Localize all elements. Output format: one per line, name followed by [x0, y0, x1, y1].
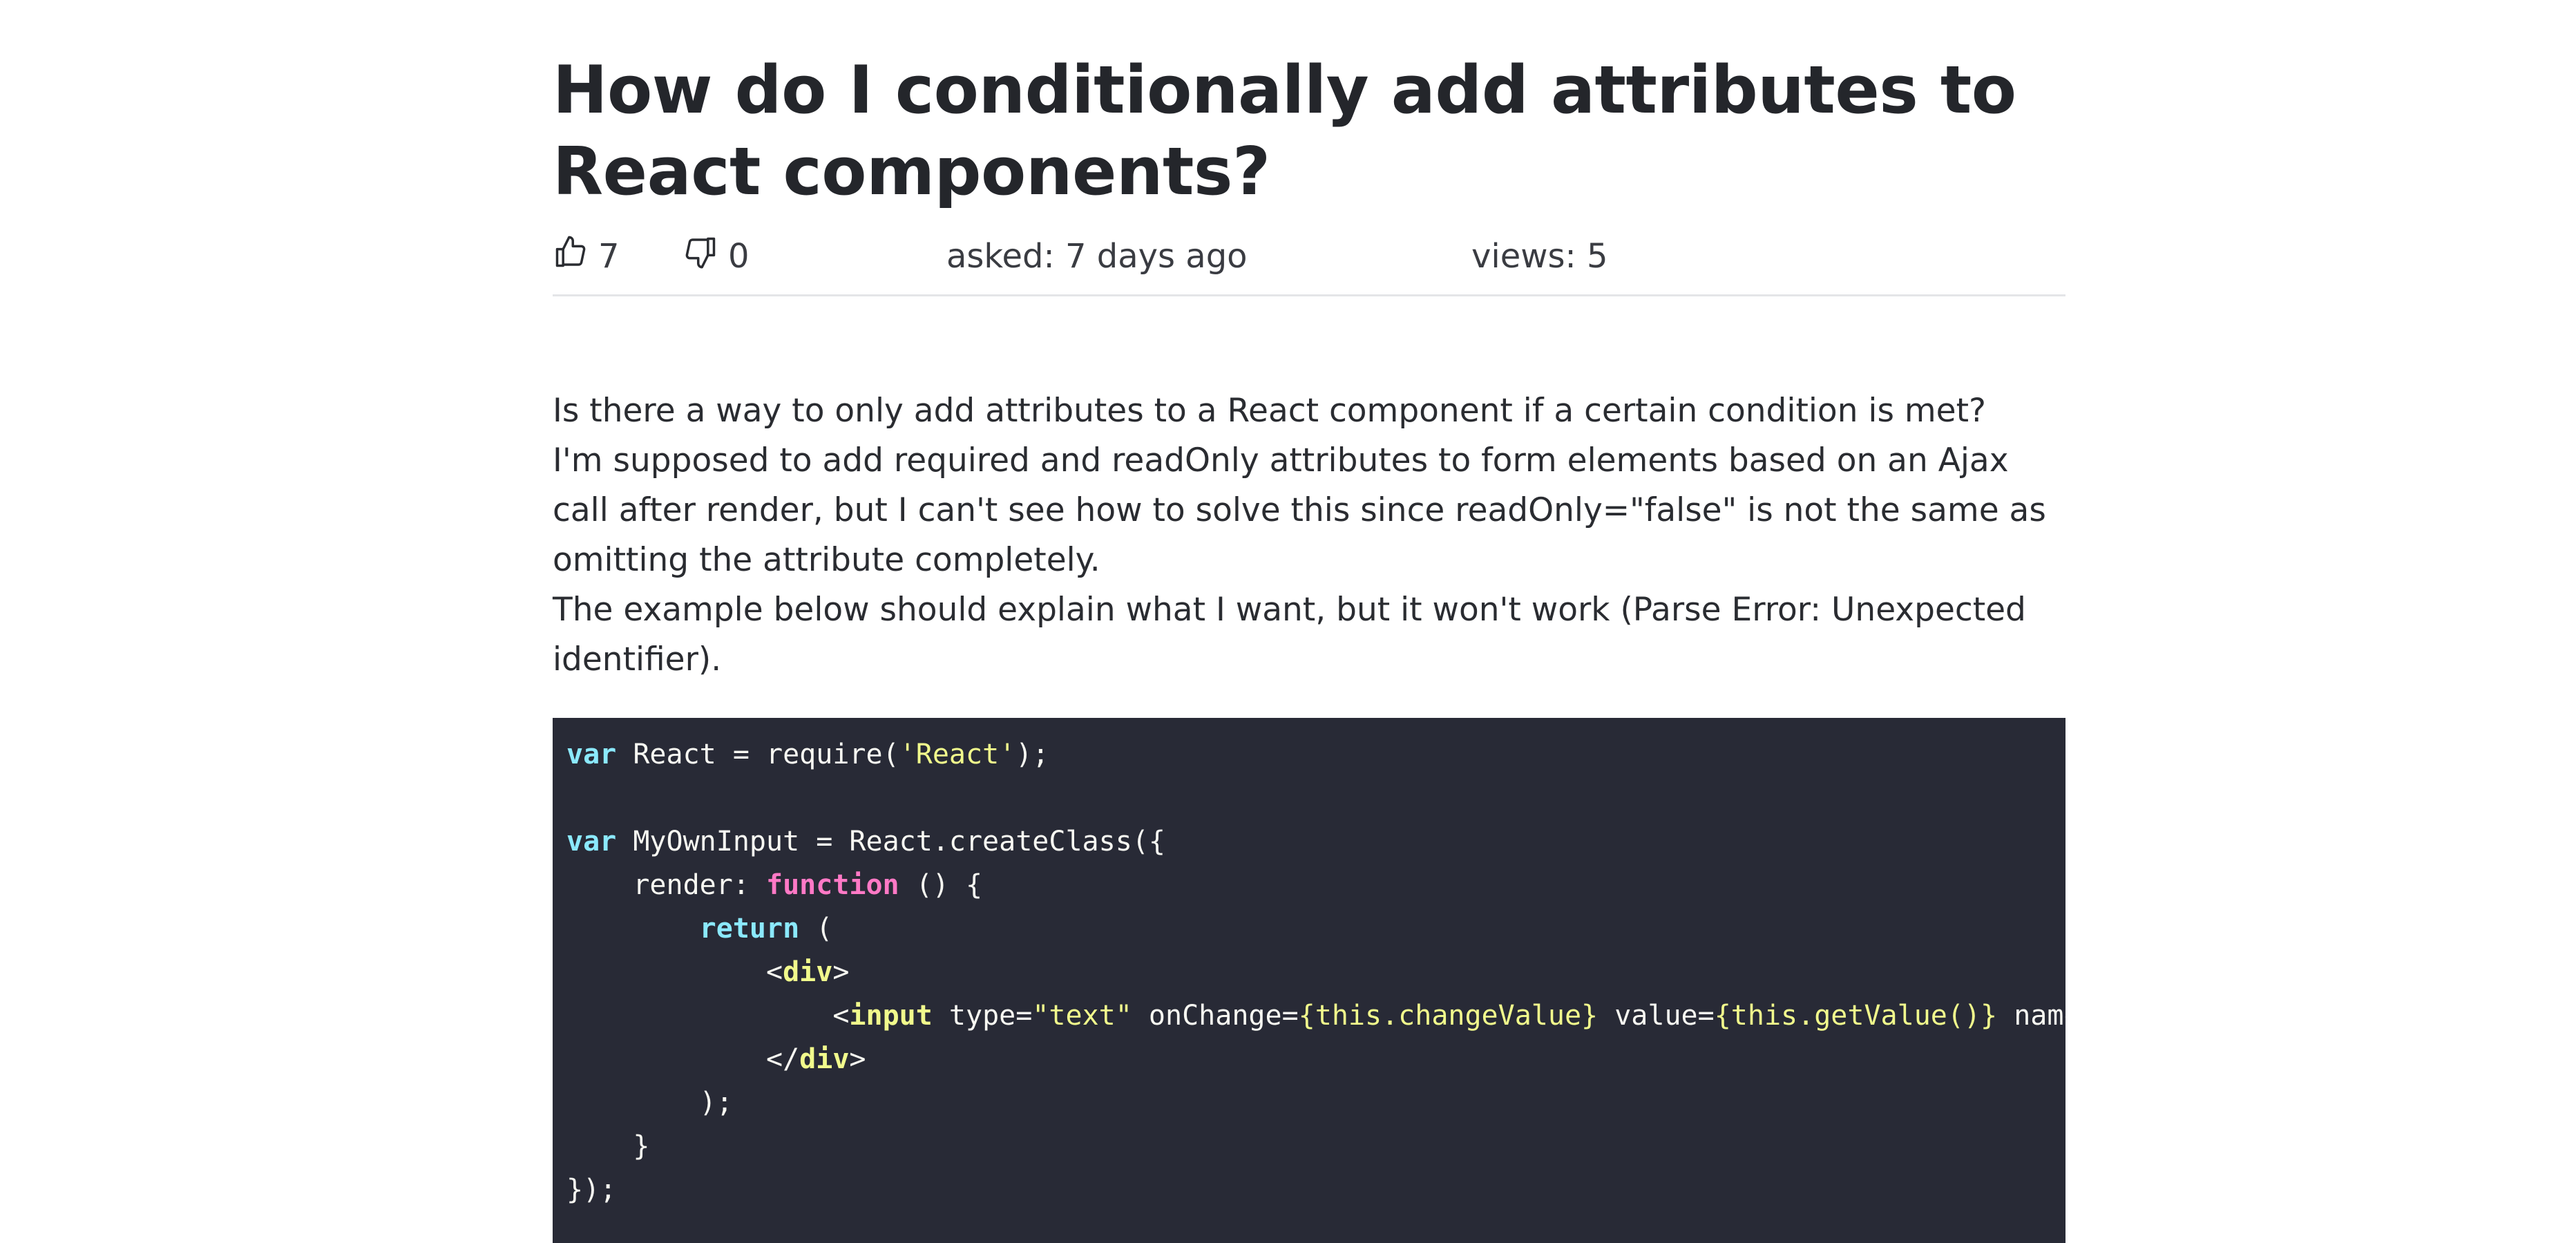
upvote-button[interactable]: 7	[553, 232, 620, 281]
code-token: 'React'	[899, 739, 1016, 770]
thumbs-down-icon	[683, 234, 718, 278]
code-token: >	[849, 1043, 866, 1075]
code-token: {this.getValue()}	[1714, 1000, 1998, 1032]
code-line: </div>	[566, 1043, 866, 1075]
question-container: How do I conditionally add attributes to…	[553, 0, 2065, 1243]
code-token: value=	[1598, 1000, 1715, 1032]
code-line: });	[566, 1174, 616, 1206]
code-token: div	[783, 956, 833, 988]
body-paragraph: The example below should explain what I …	[553, 591, 2026, 679]
code-content: var React = require('React'); var MyOwnI…	[566, 733, 2065, 1212]
body-paragraph: Is there a way to only add attributes to…	[553, 392, 1986, 430]
downvote-button[interactable]: 0	[683, 232, 750, 281]
code-token: );	[1015, 739, 1049, 770]
code-line: }	[566, 1130, 649, 1162]
code-token: {this.changeValue}	[1298, 1000, 1599, 1032]
thumbs-up-icon	[553, 234, 589, 278]
code-token: });	[566, 1174, 617, 1206]
code-token: var	[566, 826, 617, 857]
code-token: return	[699, 913, 800, 945]
code-line: var React = require('React');	[566, 739, 1049, 770]
code-token: (	[799, 913, 833, 945]
question-body: Is there a way to only add attributes to…	[553, 386, 2065, 685]
code-token: div	[799, 1043, 850, 1075]
code-line: );	[566, 1087, 733, 1119]
view-count: views: 5	[1471, 237, 1608, 276]
code-token: type=	[932, 1000, 1033, 1032]
code-token: </	[566, 1043, 800, 1075]
code-token: }	[566, 1130, 650, 1162]
code-token: );	[566, 1087, 733, 1119]
code-token: "text"	[1032, 1000, 1132, 1032]
code-token: name=	[2014, 1000, 2065, 1032]
code-token: MyOwnInput = React.createClass({	[616, 826, 1165, 857]
upvote-count: 7	[598, 237, 620, 276]
code-token: input	[849, 1000, 933, 1032]
code-token: var	[566, 739, 617, 770]
code-line: render: function () {	[566, 869, 982, 901]
code-token: function	[765, 869, 899, 901]
code-line: <input type="text" onChange={this.change…	[566, 1000, 2065, 1032]
code-line: <div>	[566, 956, 849, 988]
code-token: React = require(	[616, 739, 899, 770]
code-token: <	[566, 1000, 850, 1032]
header-divider	[553, 294, 2065, 296]
question-title: How do I conditionally add attributes to…	[553, 53, 2016, 210]
code-token: >	[832, 956, 850, 988]
asked-date: asked: 7 days ago	[946, 237, 1248, 276]
code-token: onChange=	[1132, 1000, 1299, 1032]
code-block: var React = require('React'); var MyOwnI…	[553, 718, 2065, 1243]
question-meta: 7 0 asked: 7 days ago views: 5	[553, 228, 2065, 290]
code-line: return (	[566, 913, 833, 945]
code-line: var MyOwnInput = React.createClass({	[566, 826, 1165, 857]
downvote-count: 0	[728, 237, 750, 276]
code-token: <	[566, 956, 783, 988]
body-paragraph: I'm supposed to add required and readOnl…	[553, 442, 2046, 579]
code-token: () {	[899, 869, 983, 901]
code-token: render:	[566, 869, 766, 901]
